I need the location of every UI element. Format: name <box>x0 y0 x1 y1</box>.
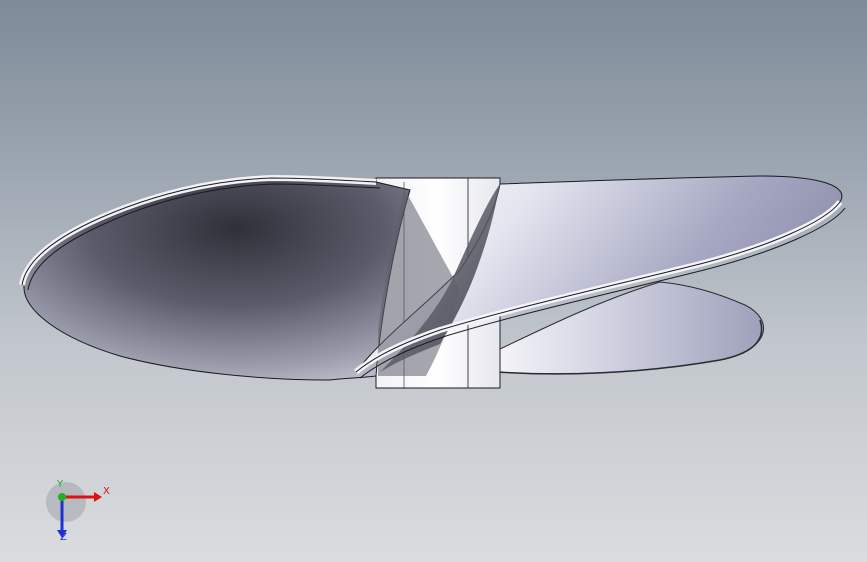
y-axis-dot <box>58 493 66 501</box>
graphics-viewport[interactable]: X Y Z <box>0 0 867 562</box>
reference-triad: X Y Z <box>40 478 120 548</box>
y-axis-label: Y <box>57 479 64 490</box>
z-axis-label: Z <box>60 532 67 543</box>
x-axis-label: X <box>103 486 110 497</box>
propeller-model[interactable] <box>0 0 867 562</box>
triad-shadow <box>46 482 86 522</box>
blade-left <box>23 177 411 381</box>
